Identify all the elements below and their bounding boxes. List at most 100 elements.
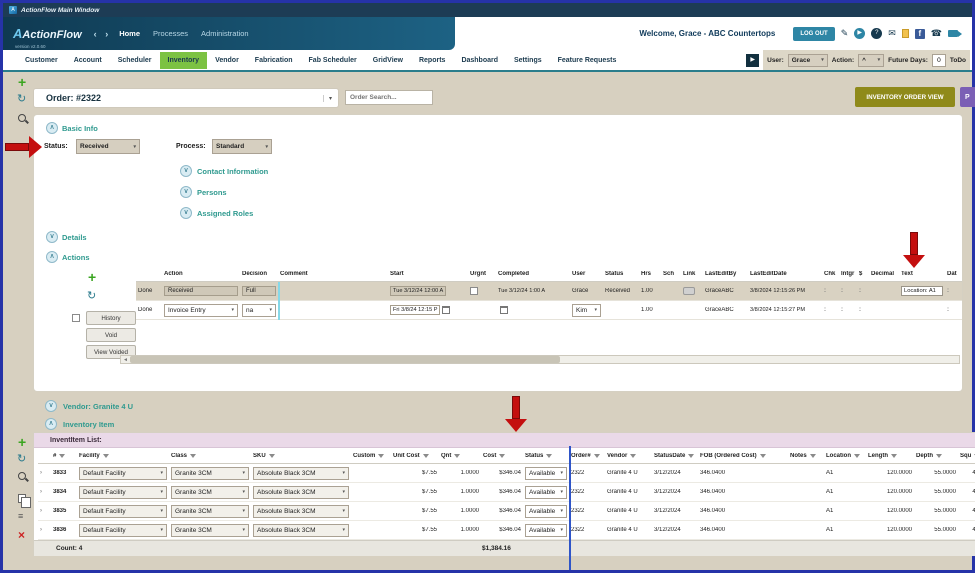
column-user[interactable]: User [570,271,603,277]
action-row[interactable]: Done Invoice Entry ▾ na ▾ Fri 3/8/24 12:15… [136,301,962,320]
column-completed[interactable]: Completed [496,271,570,277]
column-order[interactable]: Order# [571,453,591,459]
facility-select[interactable]: Default Facility [83,527,126,534]
contact-information-expand-icon[interactable]: ∨ [180,165,192,177]
tab-dashboard[interactable]: Dashboard [453,52,506,69]
column-sch[interactable]: Sch [661,271,681,277]
column-depth[interactable]: Depth [916,453,933,459]
column-vendor[interactable]: Vendor [607,453,627,459]
facility-select[interactable]: Default Facility [83,508,126,515]
filter-icon[interactable] [936,453,942,458]
filter-icon[interactable] [422,453,429,458]
sku-select[interactable]: Absolute Black 3CM [257,508,316,515]
link-icon[interactable] [683,287,695,295]
status-select[interactable]: Received ▾ [76,139,140,154]
nav-home[interactable]: Home [119,29,140,38]
column-class[interactable]: Class [171,453,187,459]
add-order-button[interactable]: + [18,75,26,89]
basic-info-collapse-icon[interactable]: ∧ [46,122,58,134]
tab-gridview[interactable]: GridView [365,52,411,69]
class-select[interactable]: Granite 3CM [175,489,212,496]
inventory-row[interactable]: › 3833 Default Facility ▾ Granite 3CM ▾ Ab… [38,464,975,483]
list-view-icon[interactable]: ≡ [18,512,23,521]
filter-icon[interactable] [268,453,275,458]
class-select[interactable]: Granite 3CM [175,508,212,515]
column-square[interactable]: Squ [960,453,971,459]
persons-expand-icon[interactable]: ∨ [180,186,192,198]
partial-right-button[interactable]: P [960,87,975,107]
scroll-left-icon[interactable]: ◄ [121,357,130,363]
filter-icon[interactable] [378,453,385,458]
column-facility[interactable]: Facility [79,453,100,459]
column-location[interactable]: Location [826,453,851,459]
filter-icon[interactable] [59,453,66,458]
facility-select[interactable]: Default Facility [83,470,126,477]
filter-icon[interactable] [688,453,695,458]
filter-icon[interactable] [102,453,109,458]
hrs-value[interactable]: 1.00 [639,307,661,313]
class-select[interactable]: Granite 3CM [175,470,212,477]
column-date[interactable]: Dat [945,271,962,277]
pen-icon[interactable]: ✎ [841,28,849,39]
column-dollar[interactable]: $ [857,271,869,277]
row-expander-icon[interactable]: › [38,470,51,476]
filter-icon[interactable] [630,453,637,458]
column-intgr[interactable]: Intgr [839,271,857,277]
order-selector[interactable]: Order: #2322 ▾ [33,88,339,108]
document-icon[interactable] [901,29,909,38]
tab-vendor[interactable]: Vendor [207,52,247,69]
decision-select[interactable]: na [246,307,253,314]
search-inventory-icon[interactable] [18,472,26,480]
scrollbar-thumb[interactable] [129,356,560,363]
class-select[interactable]: Granite 3CM [175,527,212,534]
action-row[interactable]: Done Received Full Tue 3/12/24 12:00 A T… [136,282,962,301]
back-icon[interactable]: ‹ [94,29,100,39]
column-link[interactable]: Link [681,271,703,277]
details-expand-icon[interactable]: ∨ [46,231,58,243]
hrs-value[interactable]: 1.00 [639,288,661,294]
user-value[interactable]: Grace [570,288,603,294]
column-text[interactable]: Text [899,271,945,277]
phone-icon[interactable]: ☎ [931,28,942,39]
column-decimal[interactable]: Decimal [869,271,899,277]
history-checkbox[interactable] [72,314,80,322]
status-select[interactable]: Available [529,508,555,515]
refresh-actions-icon[interactable]: ↻ [87,291,96,302]
column-start[interactable]: Start [388,271,468,277]
sku-select[interactable]: Absolute Black 3CM [257,527,316,534]
column-action[interactable]: Action [162,271,240,277]
facility-select[interactable]: Default Facility [83,489,126,496]
filter-icon[interactable] [854,453,860,458]
actions-horizontal-scrollbar[interactable]: ◄ [120,355,960,364]
column-decision[interactable]: Decision [240,271,278,277]
tab-feature-requests[interactable]: Feature Requests [550,52,625,69]
inventory-item-collapse-icon[interactable]: ∧ [45,418,57,430]
tab-account[interactable]: Account [66,52,110,69]
collapse-panel-icon[interactable]: ▶ [746,53,760,67]
column-sku[interactable]: SKU [253,453,266,459]
status-select[interactable]: Available [529,527,555,534]
sku-select[interactable]: Absolute Black 3CM [257,489,316,496]
tab-fab-scheduler[interactable]: Fab Scheduler [301,52,365,69]
column-lasteditdate[interactable]: LastEditDate [748,271,822,277]
action-select[interactable]: ^ ▾ [858,53,885,67]
completed-date[interactable]: Tue 3/12/24 1:00 A [496,288,570,294]
refresh-inventory-icon[interactable]: ↻ [17,454,26,465]
column-statusdate[interactable]: StatusDate [654,453,685,459]
column-notes[interactable]: Notes [790,453,807,459]
order-search-input[interactable] [345,90,433,105]
inventory-row[interactable]: › 3834 Default Facility ▾ Granite 3CM ▾ Ab… [38,483,975,502]
video-camera-icon[interactable] [948,30,962,37]
search-icon[interactable] [18,114,26,122]
nav-processes[interactable]: Processes [153,29,188,38]
history-button[interactable]: History [86,311,136,325]
vendor-expand-icon[interactable]: ∨ [45,400,57,412]
action-field[interactable]: Received [164,286,238,296]
help-icon[interactable]: ? [871,28,883,39]
filter-icon[interactable] [593,453,600,458]
calendar-icon[interactable] [442,306,451,314]
column-status[interactable]: Status [525,453,543,459]
start-date-field[interactable]: Fri 3/8/24 12:15 P [390,305,441,315]
column-cost[interactable]: Cost [483,453,496,459]
row-expander-icon[interactable]: › [38,508,51,514]
